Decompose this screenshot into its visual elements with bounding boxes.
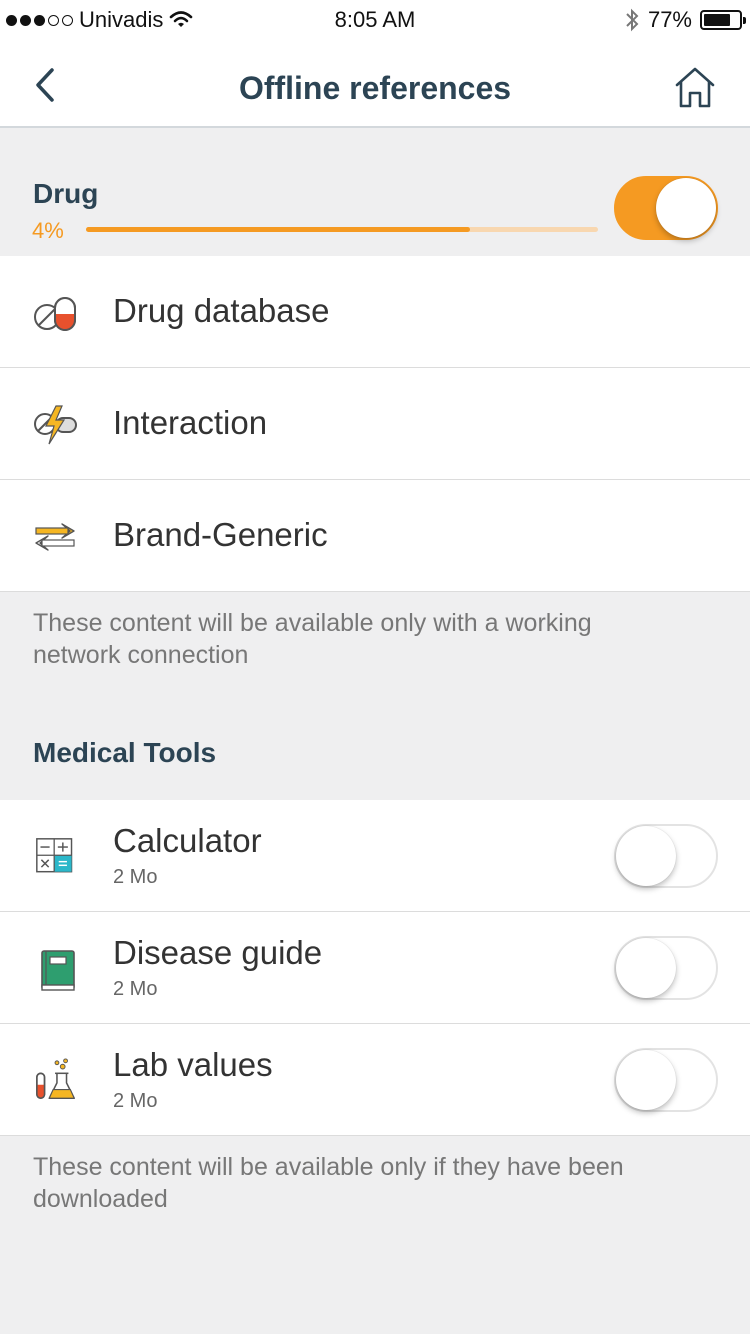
home-icon xyxy=(675,67,715,108)
download-progress-fill xyxy=(86,227,470,232)
list-item-disease-guide[interactable]: Disease guide 2 Mo xyxy=(0,912,750,1024)
toggle-knob xyxy=(616,938,676,998)
drug-section-title: Drug xyxy=(33,178,99,209)
list-item-drug-database[interactable]: Drug database xyxy=(0,256,750,368)
disease-guide-toggle[interactable] xyxy=(614,936,718,1000)
lab-values-toggle[interactable] xyxy=(614,1048,718,1112)
toggle-knob xyxy=(616,1050,676,1110)
book-icon xyxy=(41,950,75,991)
navigation-bar: Offline references xyxy=(0,40,750,128)
list-item-label: Disease guide xyxy=(113,934,323,971)
toggle-knob xyxy=(656,178,716,238)
list-item-label: Drug database xyxy=(113,292,330,329)
download-progress-text: 4% xyxy=(32,218,64,243)
battery-percent: 77% xyxy=(647,7,692,32)
pill-capsule-icon xyxy=(34,297,76,331)
drug-section-note: These content will be available only wit… xyxy=(33,609,592,669)
medical-tools-note: These content will be available only if … xyxy=(33,1153,624,1213)
list-item-label: Calculator xyxy=(113,822,262,859)
swap-arrows-icon xyxy=(35,523,75,551)
list-item-calculator[interactable]: Calculator 2 Mo xyxy=(0,800,750,912)
list-item-interaction[interactable]: Interaction xyxy=(0,368,750,480)
download-size: 2 Mo xyxy=(113,1090,158,1112)
bluetooth-icon xyxy=(626,8,639,32)
medical-tools-title: Medical Tools xyxy=(33,737,217,768)
calculator-icon xyxy=(36,838,73,873)
pill-lightning-icon xyxy=(34,405,77,445)
download-size: 2 Mo xyxy=(113,978,158,1000)
home-button[interactable] xyxy=(674,66,716,110)
page-title: Offline references xyxy=(238,70,512,106)
list-item-label: Brand-Generic xyxy=(113,516,328,553)
download-size: 2 Mo xyxy=(113,866,158,888)
list-item-label: Interaction xyxy=(113,404,268,441)
drug-toggle[interactable] xyxy=(614,176,718,240)
status-bar: Univadis 8:05 AM 77% xyxy=(0,0,750,40)
calculator-toggle[interactable] xyxy=(614,824,718,888)
status-right: 77% xyxy=(624,0,746,40)
list-item-lab-values[interactable]: Lab values 2 Mo xyxy=(0,1024,750,1136)
download-progress-bar xyxy=(86,227,598,232)
lab-flask-icon xyxy=(36,1058,76,1099)
drug-section-header: Drug 4% xyxy=(0,130,750,256)
battery-fill xyxy=(704,14,731,26)
list-item-label: Lab values xyxy=(113,1046,273,1083)
toggle-knob xyxy=(616,826,676,886)
list-item-brand-generic[interactable]: Brand-Generic xyxy=(0,480,750,592)
battery-icon xyxy=(700,10,746,30)
